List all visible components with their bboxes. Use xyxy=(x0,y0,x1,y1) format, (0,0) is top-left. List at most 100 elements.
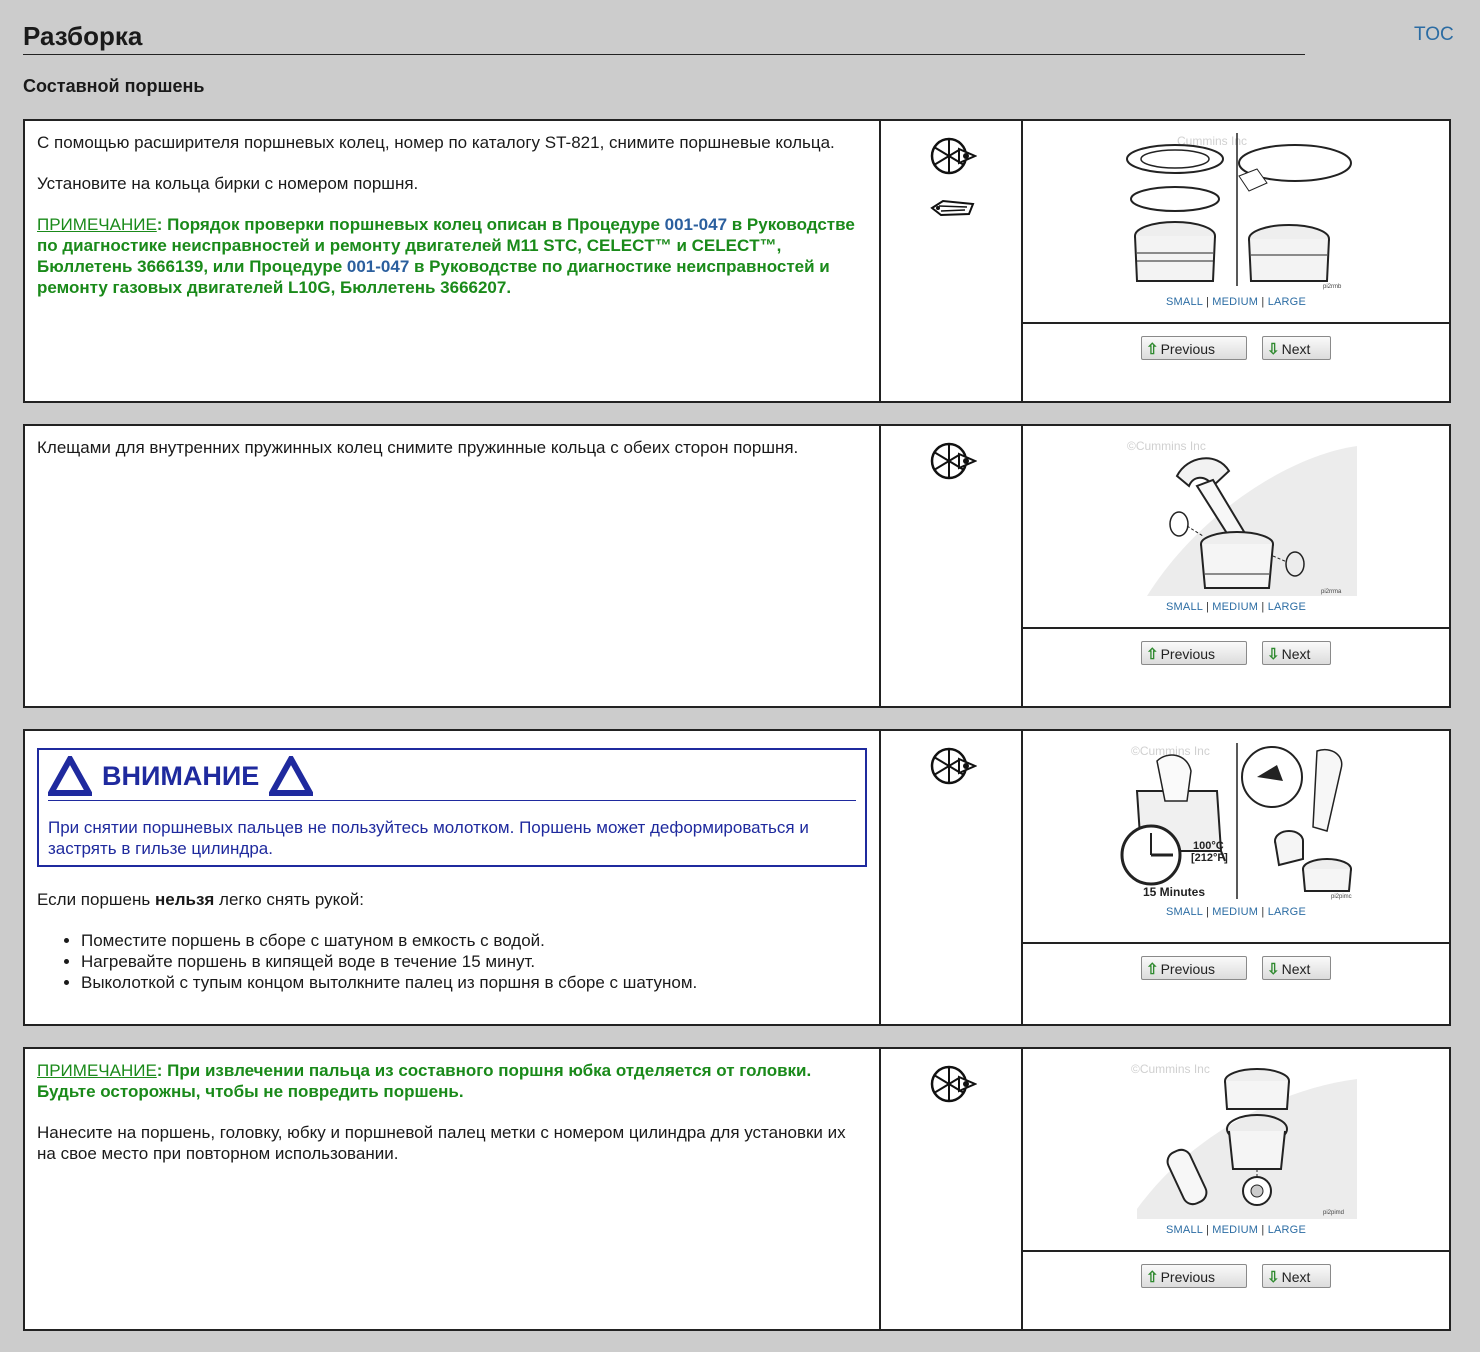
procedure-link[interactable]: 001-047 xyxy=(347,257,409,276)
separator: | xyxy=(1205,1224,1210,1236)
step-1: С помощью расширителя поршневых колец, н… xyxy=(23,119,1451,403)
page-header: Разборка xyxy=(23,18,1305,55)
arrow-down-icon: ⇩ xyxy=(1267,961,1280,978)
separator: | xyxy=(1261,906,1265,918)
list-item: Поместите поршень в сборе с шатуном в ем… xyxy=(81,930,867,951)
wrench-disassemble-icon xyxy=(929,135,977,177)
figure-copyright: ©Cummins Inc xyxy=(1131,1062,1210,1076)
step-1-icons xyxy=(881,121,1023,401)
button-label: Next xyxy=(1281,961,1311,977)
emphasis: нельзя xyxy=(154,890,215,909)
size-small-link[interactable]: SMALL xyxy=(1166,1224,1203,1236)
toc-link[interactable]: TOC xyxy=(1414,24,1454,46)
button-label: Previous xyxy=(1160,646,1216,662)
separator: | xyxy=(1261,1224,1265,1236)
step-2-icons xyxy=(881,426,1023,706)
piston-heating-illustration[interactable]: ©Cummins Inc 100°C [212°F] 15 Minutes pi… xyxy=(1117,741,1357,901)
separator: | xyxy=(1205,601,1210,613)
separator: | xyxy=(1261,296,1265,308)
step-4-text: ПРИМЕЧАНИЕ: При извлечении пальца из сос… xyxy=(25,1049,881,1329)
procedure-link[interactable]: 001-047 xyxy=(665,215,727,234)
step-1-figure: Cummins Inc pi2rmb SMALL | MEDIUM | LARG… xyxy=(1023,121,1449,401)
figure-code: pi2pimd xyxy=(1323,1210,1344,1216)
step-3-list: Поместите поршень в сборе с шатуном в ем… xyxy=(37,930,867,993)
step-3-icons xyxy=(881,731,1023,1024)
size-medium-link[interactable]: MEDIUM xyxy=(1212,1224,1258,1236)
text: легко снять рукой: xyxy=(214,890,364,909)
step-1-note: ПРИМЕЧАНИЕ: Порядок проверки поршневых к… xyxy=(37,214,867,298)
figure-temp: [212°F] xyxy=(1191,852,1228,864)
piston-pin-marking-illustration[interactable]: ©Cummins Inc pi2pimd xyxy=(1117,1059,1357,1219)
arrow-up-icon: ⇧ xyxy=(1146,341,1159,358)
image-size-links: SMALL | MEDIUM | LARGE xyxy=(1023,906,1449,918)
step-4-note: ПРИМЕЧАНИЕ: При извлечении пальца из сос… xyxy=(37,1060,867,1102)
image-size-links: SMALL | MEDIUM | LARGE xyxy=(1023,296,1449,308)
figure-temp: 100°C xyxy=(1193,840,1224,852)
arrow-down-icon: ⇩ xyxy=(1267,341,1280,358)
step-nav: ⇧ Previous ⇩ Next xyxy=(1023,942,1449,1024)
arrow-up-icon: ⇧ xyxy=(1146,961,1159,978)
arrow-down-icon: ⇩ xyxy=(1267,646,1280,663)
step-4-figure: ©Cummins Inc pi2pimd SMALL | MEDIUM | LA… xyxy=(1023,1049,1449,1329)
list-item: Выколоткой с тупым концом вытолкните пал… xyxy=(81,972,867,993)
caution-box: ВНИМАНИЕ При снятии поршневых пальцев не… xyxy=(37,748,867,867)
next-button[interactable]: ⇩ Next xyxy=(1262,1264,1331,1288)
size-small-link[interactable]: SMALL xyxy=(1166,296,1203,308)
next-button[interactable]: ⇩ Next xyxy=(1262,641,1331,665)
size-medium-link[interactable]: MEDIUM xyxy=(1212,601,1258,613)
button-label: Previous xyxy=(1160,341,1216,357)
wrench-disassemble-icon xyxy=(929,745,977,787)
size-medium-link[interactable]: MEDIUM xyxy=(1212,296,1258,308)
step-4: ПРИМЕЧАНИЕ: При извлечении пальца из сос… xyxy=(23,1047,1451,1331)
next-button[interactable]: ⇩ Next xyxy=(1262,956,1331,980)
next-button[interactable]: ⇩ Next xyxy=(1262,336,1331,360)
button-label: Next xyxy=(1281,341,1311,357)
caution-header: ВНИМАНИЕ xyxy=(48,756,856,801)
size-medium-link[interactable]: MEDIUM xyxy=(1212,906,1258,918)
step-1-text: С помощью расширителя поршневых колец, н… xyxy=(25,121,881,401)
size-large-link[interactable]: LARGE xyxy=(1268,601,1306,613)
step-2-figure: ©Cummins Inc pi2rrma SMALL | MEDIUM | LA… xyxy=(1023,426,1449,706)
size-small-link[interactable]: SMALL xyxy=(1166,906,1203,918)
text: Если поршень xyxy=(37,890,155,909)
step-3-paragraph: Если поршень нельзя легко снять рукой: xyxy=(37,889,867,910)
button-label: Previous xyxy=(1160,1269,1216,1285)
button-label: Next xyxy=(1281,646,1311,662)
previous-button[interactable]: ⇧ Previous xyxy=(1141,1264,1247,1288)
figure-time: 15 Minutes xyxy=(1143,885,1205,899)
separator: | xyxy=(1261,601,1265,613)
button-label: Previous xyxy=(1160,961,1216,977)
step-3: ВНИМАНИЕ При снятии поршневых пальцев не… xyxy=(23,729,1451,1026)
caution-text: При снятии поршневых пальцев не пользуйт… xyxy=(48,818,809,858)
piston-rings-illustration[interactable]: Cummins Inc pi2rmb xyxy=(1117,131,1357,291)
note-label: ПРИМЕЧАНИЕ xyxy=(37,1061,157,1080)
size-large-link[interactable]: LARGE xyxy=(1268,906,1306,918)
note-label: ПРИМЕЧАНИЕ xyxy=(37,215,157,234)
step-2: Клещами для внутренних пружинных колец с… xyxy=(23,424,1451,708)
previous-button[interactable]: ⇧ Previous xyxy=(1141,641,1247,665)
figure-copyright: ©Cummins Inc xyxy=(1127,439,1206,453)
warning-triangle-icon xyxy=(48,756,92,796)
step-3-text: ВНИМАНИЕ При снятии поршневых пальцев не… xyxy=(25,731,881,1024)
step-nav: ⇧ Previous ⇩ Next xyxy=(1023,627,1449,706)
arrow-up-icon: ⇧ xyxy=(1146,1269,1159,1286)
caution-title: ВНИМАНИЕ xyxy=(102,760,260,791)
snap-ring-removal-illustration[interactable]: ©Cummins Inc pi2rrma xyxy=(1117,436,1357,596)
step-1-paragraph: С помощью расширителя поршневых колец, н… xyxy=(37,133,835,152)
previous-button[interactable]: ⇧ Previous xyxy=(1141,956,1247,980)
step-3-figure: ©Cummins Inc 100°C [212°F] 15 Minutes pi… xyxy=(1023,731,1449,1024)
step-4-icons xyxy=(881,1049,1023,1329)
tag-icon xyxy=(929,198,977,218)
page-title: Разборка xyxy=(23,21,143,51)
note-text: : Порядок проверки поршневых колец описа… xyxy=(156,215,665,234)
separator: | xyxy=(1205,906,1210,918)
step-4-paragraph: Нанесите на поршень, головку, юбку и пор… xyxy=(37,1123,846,1163)
figure-code: pi2rrma xyxy=(1321,589,1342,595)
size-small-link[interactable]: SMALL xyxy=(1166,601,1203,613)
size-large-link[interactable]: LARGE xyxy=(1268,1224,1306,1236)
wrench-disassemble-icon xyxy=(929,1063,977,1105)
size-large-link[interactable]: LARGE xyxy=(1268,296,1306,308)
previous-button[interactable]: ⇧ Previous xyxy=(1141,336,1247,360)
separator: | xyxy=(1205,296,1210,308)
list-item: Нагревайте поршень в кипящей воде в тече… xyxy=(81,951,867,972)
